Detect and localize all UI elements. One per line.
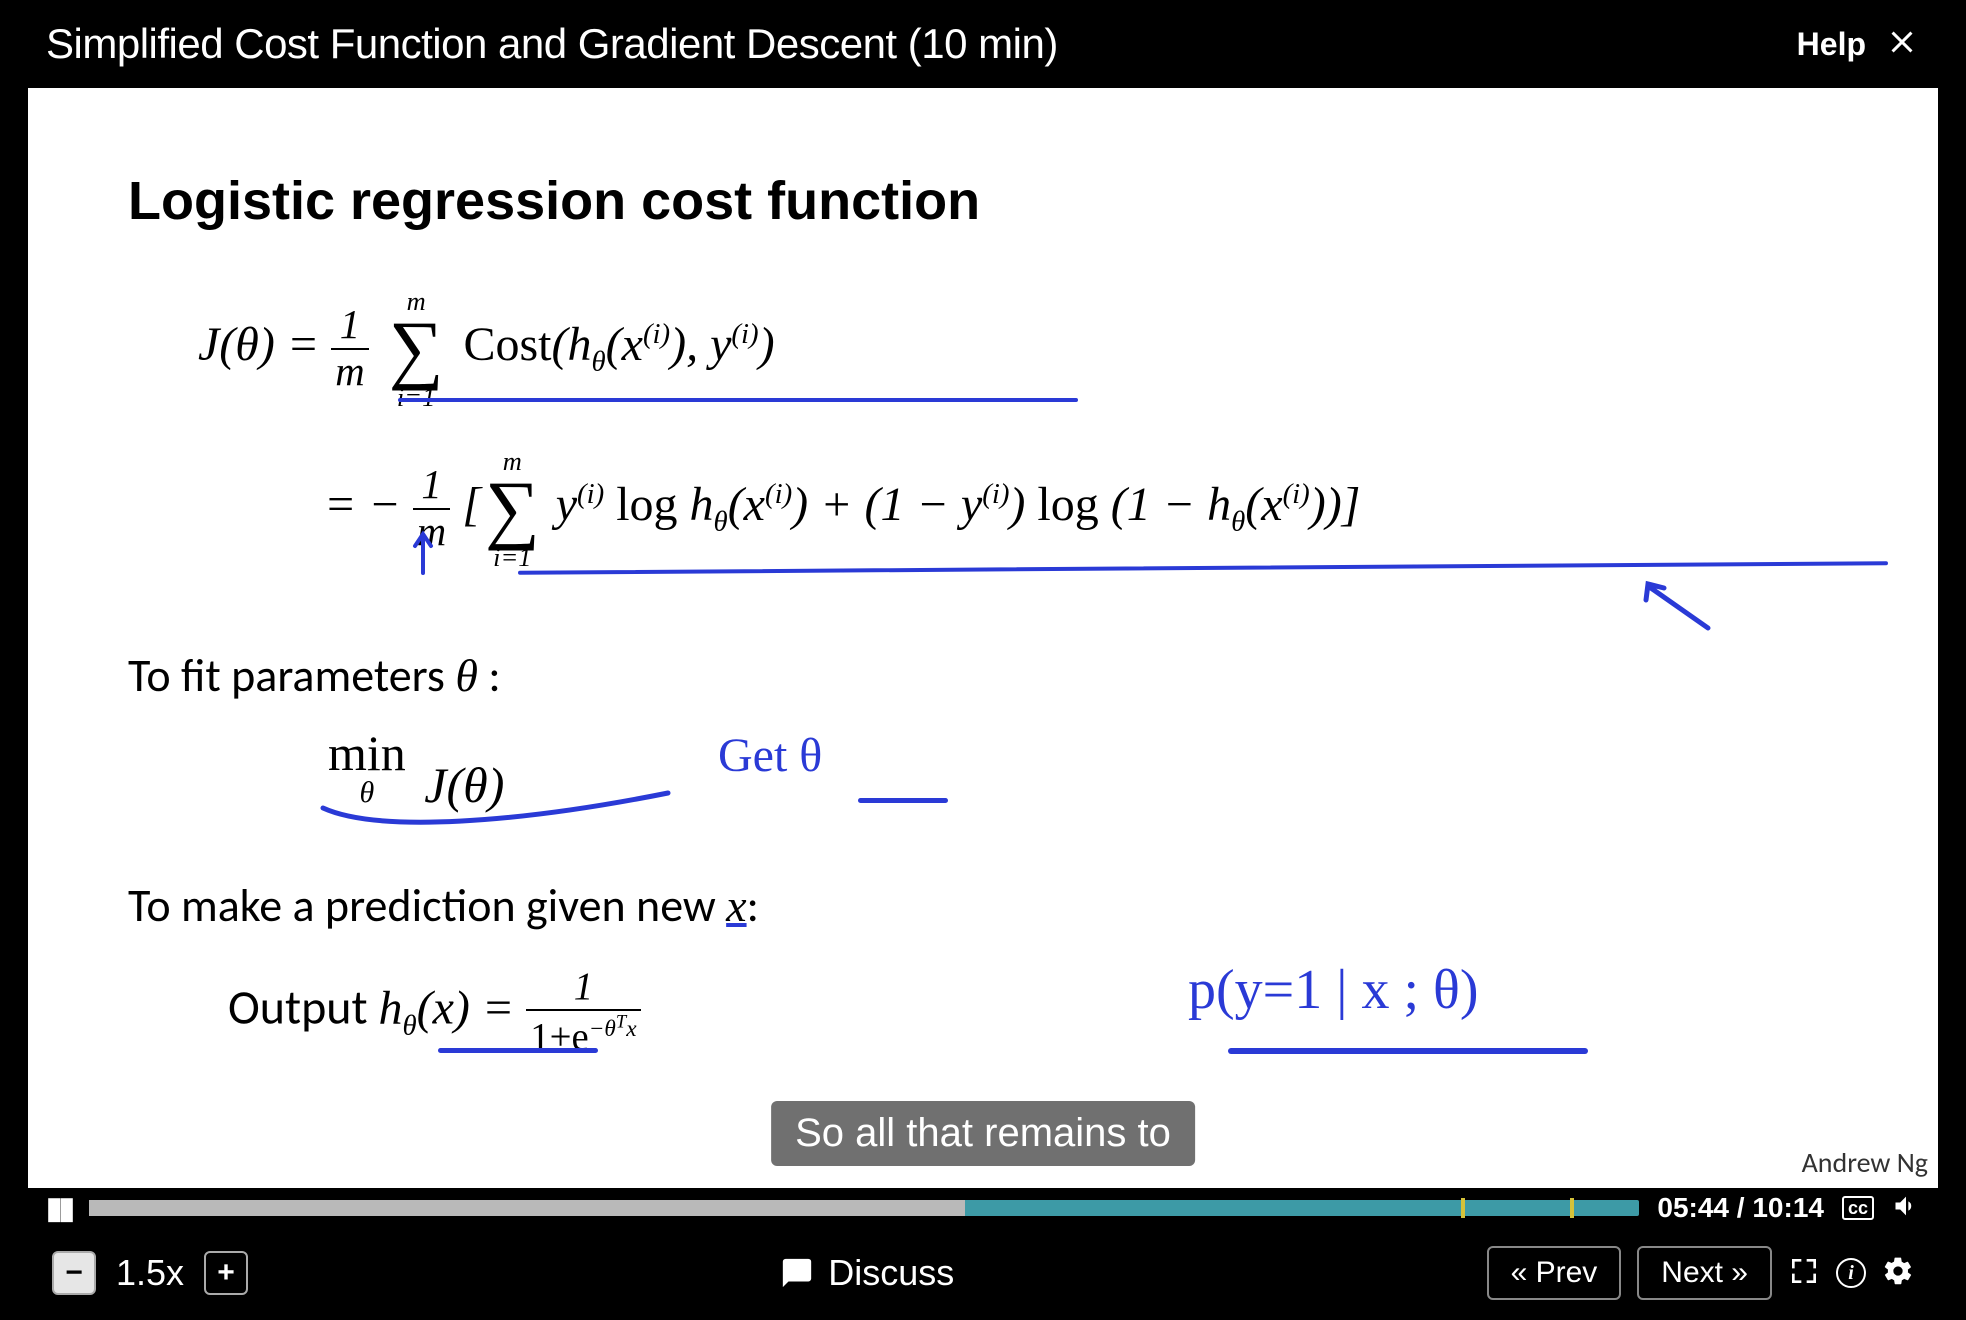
formula-cost-expanded: = − 1 m [ m ∑ i=1 y(i) log hθ(x(i)) + (1… — [324, 448, 1360, 570]
bottom-controls: − 1.5x + Discuss « Prev Next » i — [28, 1232, 1938, 1314]
text-predict: To make a prediction given new x: — [128, 878, 759, 934]
seek-played — [89, 1200, 965, 1216]
video-slide[interactable]: Logistic regression cost function J(θ) =… — [28, 88, 1938, 1188]
slide-content: Logistic regression cost function J(θ) =… — [28, 88, 1938, 1188]
seek-track[interactable] — [89, 1200, 1639, 1216]
annotation-probability: p(y=1 | x ; θ) — [1188, 958, 1478, 1022]
speed-value: 1.5x — [116, 1252, 184, 1294]
chat-icon — [780, 1256, 814, 1290]
annotation-underline-1 — [398, 398, 1078, 402]
text-fit-parameters: To fit parameters θ : — [128, 648, 501, 704]
seek-chapter-mark — [1570, 1198, 1574, 1218]
subtitle-caption: So all that remains to — [771, 1101, 1195, 1166]
cc-toggle[interactable]: cc — [1842, 1196, 1874, 1220]
speed-controls: − 1.5x + — [52, 1251, 248, 1295]
time-display: 05:44 / 10:14 — [1657, 1192, 1824, 1224]
discuss-link[interactable]: Discuss — [780, 1252, 954, 1294]
close-icon[interactable] — [1884, 24, 1920, 65]
slide-heading: Logistic regression cost function — [128, 170, 980, 232]
prev-button[interactable]: « Prev — [1487, 1246, 1622, 1300]
speed-decrease-button[interactable]: − — [52, 1251, 96, 1295]
annotation-underline-prob — [1228, 1048, 1588, 1054]
annotation-underline-htheta — [438, 1048, 598, 1053]
title-bar: Simplified Cost Function and Gradient De… — [28, 0, 1938, 88]
lecture-title: Simplified Cost Function and Gradient De… — [46, 20, 1058, 68]
speed-increase-button[interactable]: + — [204, 1251, 248, 1295]
volume-icon[interactable] — [1892, 1192, 1920, 1225]
header-actions: Help — [1797, 24, 1920, 65]
progress-bar-row: ▮▮ 05:44 / 10:14 cc — [28, 1188, 1938, 1228]
center-controls: Discuss — [262, 1252, 1473, 1294]
annotation-arrow-nw — [1638, 578, 1718, 638]
annotation-get-theta: Get θ — [718, 728, 822, 783]
formula-cost-sum: J(θ) = 1 m m ∑ i=1 Cost(hθ(x(i)), y(i)) — [198, 288, 775, 410]
annotation-underline-get — [858, 798, 948, 803]
gear-icon[interactable] — [1882, 1255, 1914, 1292]
annotation-arrow-up — [403, 528, 443, 578]
slide-author: Andrew Ng — [1802, 1145, 1928, 1180]
info-icon[interactable]: i — [1836, 1258, 1866, 1288]
help-link[interactable]: Help — [1797, 26, 1866, 63]
right-controls: « Prev Next » i — [1487, 1246, 1914, 1300]
pause-button[interactable]: ▮▮ — [46, 1191, 71, 1226]
formula-output: Output hθ(x) = 1 1+e−θTx — [228, 968, 641, 1057]
fullscreen-icon[interactable] — [1788, 1255, 1820, 1292]
annotation-swoop-min — [318, 788, 678, 838]
seek-chapter-mark — [1461, 1198, 1465, 1218]
next-button[interactable]: Next » — [1637, 1246, 1772, 1300]
video-player-window: Simplified Cost Function and Gradient De… — [28, 0, 1938, 1320]
